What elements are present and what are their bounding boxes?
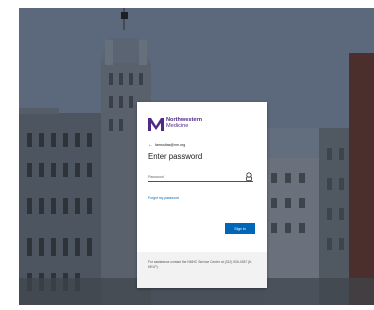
page-title: Enter password (148, 152, 203, 161)
back-account-row[interactable]: ← famsotias@nm.org (148, 143, 186, 148)
assistance-text: For assistance contact the NMHC Service … (148, 260, 253, 269)
northwestern-medicine-logo: Northwestern Medicine (148, 117, 202, 132)
signin-card: Northwestern Medicine ← famsotias@nm.org… (137, 102, 267, 288)
nm-logo-icon (148, 118, 164, 131)
assistance-footer: For assistance contact the NMHC Service … (137, 252, 267, 288)
sign-in-button[interactable]: Sign in (225, 223, 255, 234)
password-input[interactable] (148, 172, 253, 182)
login-page: Northwestern Medicine ← famsotias@nm.org… (19, 8, 374, 305)
account-email: famsotias@nm.org (155, 143, 186, 147)
key-icon[interactable] (245, 172, 253, 181)
brand-name: Northwestern Medicine (166, 117, 202, 129)
forgot-password-link[interactable]: Forgot my password (148, 196, 179, 200)
arrow-left-icon[interactable]: ← (148, 143, 153, 148)
brand-line2: Medicine (166, 123, 189, 129)
